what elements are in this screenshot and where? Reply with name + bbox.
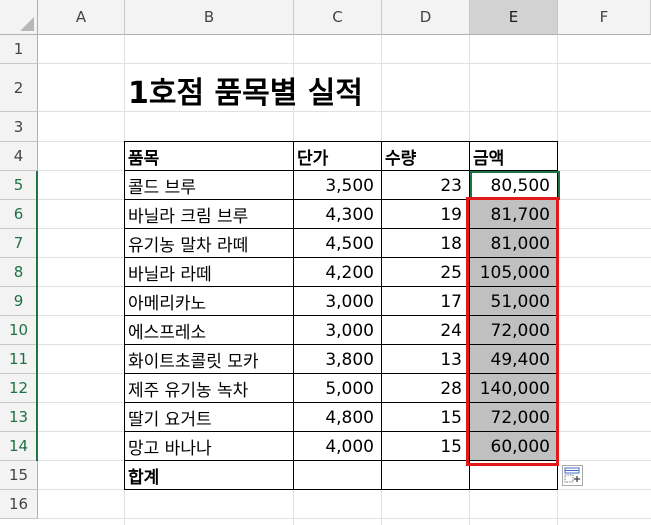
table-cell-qty[interactable]: 15 — [382, 403, 470, 432]
row-header-1[interactable]: 1 — [0, 35, 38, 64]
table-cell-price[interactable]: 4,500 — [294, 229, 382, 258]
table-cell-item[interactable]: 바닐라 라떼 — [125, 258, 294, 287]
table-cell-item[interactable]: 아메리카노 — [125, 287, 294, 316]
table-cell-price[interactable]: 3,000 — [294, 316, 382, 345]
select-all-triangle-icon — [20, 17, 34, 31]
table-header-cell[interactable]: 수량 — [382, 142, 470, 171]
table-cell-price[interactable]: 4,800 — [294, 403, 382, 432]
row-header-16[interactable]: 16 — [0, 490, 38, 519]
table-cell-price[interactable]: 4,200 — [294, 258, 382, 287]
table-cell-qty[interactable]: 18 — [382, 229, 470, 258]
table-cell-qty[interactable]: 25 — [382, 258, 470, 287]
table-cell-item[interactable]: 에스프레소 — [125, 316, 294, 345]
column-header-d[interactable]: D — [382, 0, 470, 35]
row-header-9[interactable]: 9 — [0, 287, 38, 316]
highlight-box-amount-range — [466, 197, 559, 466]
row-header-13[interactable]: 13 — [0, 403, 38, 432]
table-cell-price[interactable]: 4,000 — [294, 432, 382, 461]
table-cell-item[interactable]: 바닐라 크림 브루 — [125, 200, 294, 229]
row-selection-indicator — [36, 171, 38, 461]
table-cell-price[interactable]: 4,300 — [294, 200, 382, 229]
row-header-8[interactable]: 8 — [0, 258, 38, 287]
select-all-corner[interactable] — [0, 0, 38, 35]
table-cell-item[interactable]: 제주 유기농 녹차 — [125, 374, 294, 403]
table-cell-item[interactable]: 콜드 브루 — [125, 171, 294, 200]
table-cell-qty[interactable]: 24 — [382, 316, 470, 345]
row-header-4[interactable]: 4 — [0, 142, 38, 171]
column-header-c[interactable]: C — [294, 0, 382, 35]
row-header-14[interactable]: 14 — [0, 432, 38, 461]
table-cell-qty[interactable]: 13 — [382, 345, 470, 374]
table-header-cell[interactable]: 금액 — [470, 142, 558, 171]
row-header-15[interactable]: 15 — [0, 461, 38, 490]
table-cell-item[interactable]: 화이트초콜릿 모카 — [125, 345, 294, 374]
table-cell-item[interactable]: 딸기 요거트 — [125, 403, 294, 432]
column-header-e[interactable]: E — [470, 0, 558, 35]
table-cell-price[interactable]: 3,000 — [294, 287, 382, 316]
column-header-a[interactable]: A — [38, 0, 125, 35]
column-header-b[interactable]: B — [125, 0, 294, 35]
row-header-2[interactable]: 2 — [0, 64, 38, 112]
active-cell-e5[interactable] — [470, 171, 560, 200]
table-cell-qty[interactable]: 23 — [382, 171, 470, 200]
table-cell-price[interactable]: 3,500 — [294, 171, 382, 200]
column-header-f[interactable]: F — [558, 0, 651, 35]
total-label-cell[interactable]: 합계 — [125, 461, 294, 490]
table-cell-qty[interactable]: 28 — [382, 374, 470, 403]
table-header-cell[interactable]: 단가 — [294, 142, 382, 171]
quick-analysis-icon[interactable] — [562, 465, 583, 486]
row-header-3[interactable]: 3 — [0, 112, 38, 142]
table-cell-qty[interactable]: 19 — [382, 200, 470, 229]
table-cell-item[interactable]: 유기농 말차 라떼 — [125, 229, 294, 258]
table-cell-qty[interactable]: 15 — [382, 432, 470, 461]
row-header-11[interactable]: 11 — [0, 345, 38, 374]
gridline-row-1 — [0, 63, 651, 64]
table-cell-qty[interactable]: 17 — [382, 287, 470, 316]
row-header-6[interactable]: 6 — [0, 200, 38, 229]
row-header-7[interactable]: 7 — [0, 229, 38, 258]
row-header-5[interactable]: 5 — [0, 171, 38, 200]
gridline-row-16 — [0, 518, 651, 519]
row-header-10[interactable]: 10 — [0, 316, 38, 345]
table-cell-price[interactable]: 5,000 — [294, 374, 382, 403]
sheet-title: 1호점 품목별 실적 — [128, 76, 363, 111]
table-cell-price[interactable]: 3,800 — [294, 345, 382, 374]
table-cell-item[interactable]: 망고 바나나 — [125, 432, 294, 461]
table-header-cell[interactable]: 품목 — [125, 142, 294, 171]
row-header-12[interactable]: 12 — [0, 374, 38, 403]
